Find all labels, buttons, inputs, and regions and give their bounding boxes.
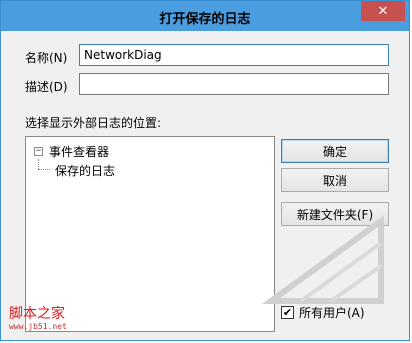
close-icon: ✕ [377, 3, 389, 19]
tree-item-saved-logs[interactable]: 保存的日志 [53, 161, 117, 180]
collapse-icon[interactable]: − [34, 147, 43, 156]
tree-item-label: 事件查看器 [49, 145, 110, 159]
all-users-label: 所有用户(A) [299, 306, 365, 320]
name-label: 名称(N) [25, 51, 68, 65]
dialog-title: 打开保存的日志 [159, 12, 251, 27]
cancel-button[interactable]: 取消 [281, 168, 389, 192]
ok-button[interactable]: 确定 [281, 139, 389, 163]
tree-connector [38, 169, 50, 171]
location-label: 选择显示外部日志的位置: [25, 116, 162, 130]
tree-connector [38, 159, 40, 169]
close-button[interactable]: ✕ [361, 1, 405, 21]
watermark-url: www.jb51.net [9, 322, 67, 331]
title-bar[interactable]: 打开保存的日志 ✕ [1, 1, 409, 31]
tree-item-event-viewer[interactable]: − 事件查看器 [34, 143, 109, 160]
watermark-brand: 脚本之家 [9, 306, 65, 322]
name-input[interactable]: NetworkDiag [79, 44, 389, 66]
all-users-checkbox[interactable]: ✔ [281, 306, 294, 319]
dialog-window: 打开保存的日志 ✕ 名称(N) NetworkDiag 描述(D) 选择显示外部… [0, 0, 410, 341]
all-users-option[interactable]: ✔ 所有用户(A) [281, 304, 365, 321]
watermark-logo-icon [261, 215, 384, 304]
description-label: 描述(D) [25, 80, 68, 94]
description-input[interactable] [79, 73, 389, 95]
